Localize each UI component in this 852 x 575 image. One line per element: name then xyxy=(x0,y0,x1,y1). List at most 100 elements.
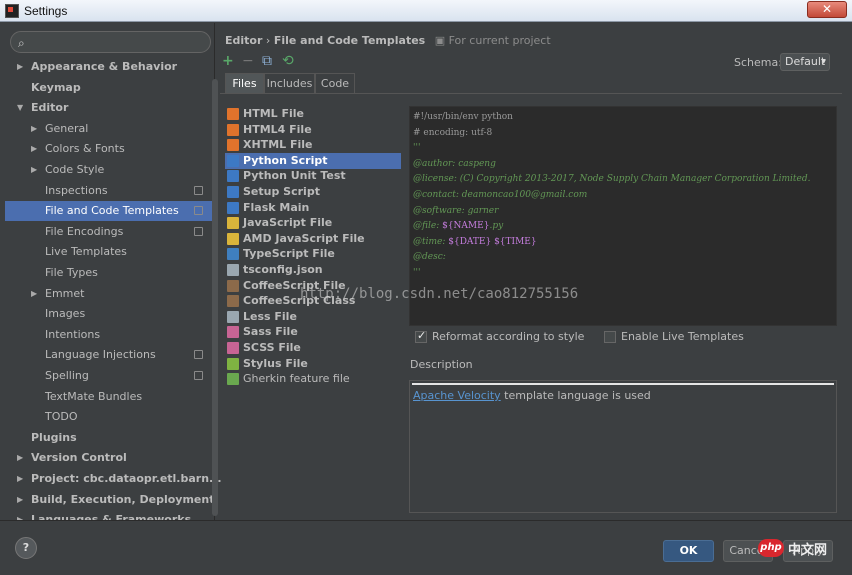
file-type-icon xyxy=(227,139,239,152)
search-input[interactable]: ⌕ xyxy=(10,31,211,53)
sidebar-item[interactable]: Images xyxy=(5,304,215,324)
add-icon[interactable]: + xyxy=(222,54,234,68)
remove-icon[interactable]: − xyxy=(242,54,254,68)
code-token: ${DATE} ${TIME} xyxy=(448,236,537,247)
expand-right-icon[interactable]: ▶ xyxy=(31,284,37,304)
expand-right-icon[interactable]: ▶ xyxy=(31,139,37,159)
sidebar-item[interactable]: Keymap xyxy=(5,78,215,98)
sidebar-item[interactable]: TODO xyxy=(5,407,215,427)
file-type-icon xyxy=(227,326,239,339)
window-title: Settings xyxy=(24,4,68,18)
sidebar-item[interactable]: File and Code Templates xyxy=(5,201,215,222)
sidebar-item[interactable]: ▶ Emmet xyxy=(5,284,215,304)
template-item[interactable]: Setup Script xyxy=(225,184,401,200)
sidebar-item-label: File Types xyxy=(45,266,98,279)
close-button[interactable]: ✕ xyxy=(807,1,847,18)
sidebar-item[interactable]: Language Injections xyxy=(5,345,215,365)
sidebar-item[interactable]: ▶ Colors & Fonts xyxy=(5,139,215,159)
sidebar-item-label: Live Templates xyxy=(45,245,127,259)
sidebar-item[interactable]: Inspections xyxy=(5,181,215,201)
template-item-label: HTML4 File xyxy=(243,122,312,136)
sidebar-item[interactable]: ▼ Editor xyxy=(5,98,215,118)
sidebar-item-label: Keymap xyxy=(31,80,81,94)
sidebar-item[interactable]: TextMate Bundles xyxy=(5,387,215,407)
template-item[interactable]: Stylus File xyxy=(225,356,401,372)
template-item-label: Setup Script xyxy=(243,185,320,198)
live-templates-checkbox-box[interactable] xyxy=(604,331,616,343)
file-type-icon xyxy=(227,170,239,183)
schema-dropdown[interactable]: Default xyxy=(780,53,830,71)
expand-right-icon[interactable]: ▶ xyxy=(31,119,37,139)
template-item[interactable]: Gherkin feature file xyxy=(225,371,401,387)
code-line: @software: garner xyxy=(413,204,833,220)
search-icon: ⌕ xyxy=(18,36,25,50)
code-token: ${NAME} xyxy=(442,221,490,232)
template-item[interactable]: JavaScript File xyxy=(225,215,401,231)
template-item[interactable]: Flask Main xyxy=(225,200,401,216)
sidebar-item-label: Build, Execution, Deployment xyxy=(31,492,215,506)
sidebar-item[interactable]: ▶ Code Style xyxy=(5,160,215,180)
settings-sidebar: ⌕ ▶ Appearance & Behavior Keymap ▼ Editor ▶ Ge… xyxy=(5,23,222,526)
description-divider xyxy=(412,383,834,385)
template-item-label: JavaScript File xyxy=(243,216,333,230)
tab-code[interactable]: Code xyxy=(315,73,355,94)
sidebar-item[interactable]: Live Templates xyxy=(5,242,215,262)
expand-right-icon[interactable]: ▶ xyxy=(31,160,37,180)
template-item[interactable]: XHTML File xyxy=(225,137,401,153)
sidebar-item[interactable]: ▶ Appearance & Behavior xyxy=(5,57,215,77)
template-item[interactable]: HTML4 File xyxy=(225,122,401,138)
breadcrumb: Editor › File and Code Templates ▣ For c… xyxy=(225,34,551,47)
template-item-label: Flask Main xyxy=(243,200,310,214)
template-item[interactable]: HTML File xyxy=(225,106,401,122)
expand-right-icon[interactable]: ▶ xyxy=(17,490,23,510)
reset-icon[interactable]: ⟲ xyxy=(282,54,294,68)
file-type-icon xyxy=(227,154,239,167)
reformat-checkbox-box[interactable] xyxy=(415,329,427,343)
template-item[interactable]: Python Unit Test xyxy=(225,168,401,184)
template-item[interactable]: Less File xyxy=(225,309,401,325)
template-item[interactable]: Sass File xyxy=(225,324,401,340)
sidebar-item-label: Version Control xyxy=(31,451,127,465)
sidebar-item[interactable]: File Types xyxy=(5,263,215,283)
sidebar-item[interactable]: File Encodings xyxy=(5,222,215,242)
sidebar-item[interactable]: ▶ Build, Execution, Deployment xyxy=(5,490,215,510)
sidebar-scrollbar[interactable] xyxy=(212,79,218,516)
sidebar-item[interactable]: ▶ Project: cbc.dataopr.etl.barn... xyxy=(5,469,222,489)
expand-down-icon[interactable]: ▼ xyxy=(17,98,23,118)
code-token: @software: garner xyxy=(413,205,499,216)
expand-right-icon[interactable]: ▶ xyxy=(17,57,23,77)
copy-icon[interactable]: ⧉ xyxy=(262,54,272,68)
description-panel: Apache Velocity template language is use… xyxy=(409,380,837,513)
template-item[interactable]: AMD JavaScript File xyxy=(225,231,401,247)
sidebar-item[interactable]: Spelling xyxy=(5,366,215,386)
tab-includes[interactable]: Includes xyxy=(264,73,315,94)
template-item-label: Sass File xyxy=(243,325,298,339)
file-type-icon xyxy=(227,123,239,136)
sidebar-item[interactable]: Intentions xyxy=(5,325,215,345)
sidebar-item-label: TextMate Bundles xyxy=(45,389,143,403)
schema-label: Schema: xyxy=(734,56,782,69)
expand-right-icon[interactable]: ▶ xyxy=(17,469,23,489)
template-item-label: SCSS File xyxy=(243,341,301,354)
template-item[interactable]: TypeScript File xyxy=(225,246,401,262)
template-item-label: HTML File xyxy=(243,107,305,120)
sidebar-item[interactable]: ▶ General xyxy=(5,119,215,139)
file-type-icon xyxy=(227,201,239,214)
sidebar-item[interactable]: Plugins xyxy=(5,428,215,448)
tab-files[interactable]: Files xyxy=(225,73,264,94)
ok-button[interactable]: OK xyxy=(663,540,714,562)
code-line: @file: ${NAME}.py xyxy=(413,219,833,235)
breadcrumb-parent: Editor xyxy=(225,34,263,47)
sidebar-item-label: Colors & Fonts xyxy=(45,142,125,156)
template-item[interactable]: tsconfig.json xyxy=(225,262,401,278)
code-token: @author: caspeng xyxy=(413,158,496,169)
help-button[interactable]: ? xyxy=(15,537,37,559)
expand-right-icon[interactable]: ▶ xyxy=(17,448,23,468)
scope-label: ▣ For current project xyxy=(434,34,551,47)
apache-velocity-link[interactable]: Apache Velocity xyxy=(413,389,501,402)
template-item[interactable]: SCSS File xyxy=(225,340,401,356)
template-item[interactable]: Python Script xyxy=(225,152,401,169)
sidebar-item-label: Spelling xyxy=(45,369,89,382)
file-type-icon xyxy=(227,295,239,308)
sidebar-item[interactable]: ▶ Version Control xyxy=(5,448,215,468)
